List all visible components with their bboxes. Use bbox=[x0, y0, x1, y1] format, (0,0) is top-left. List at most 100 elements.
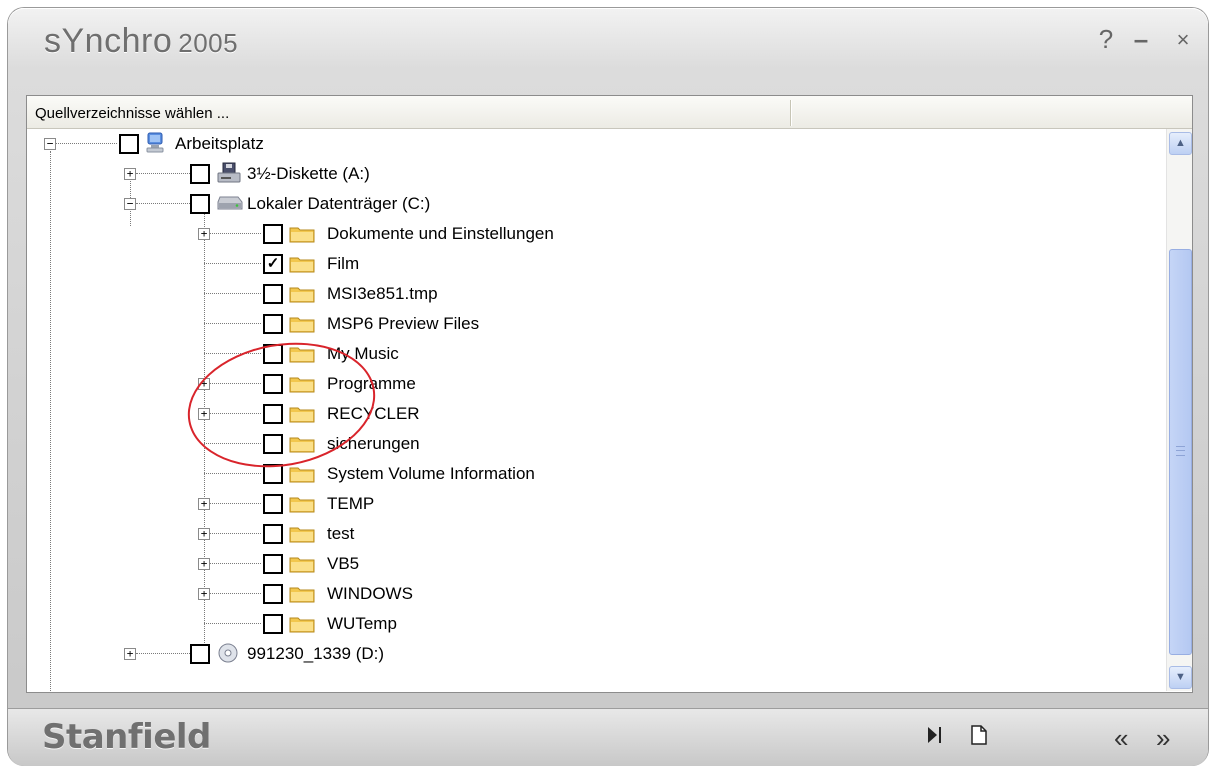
tree-connector bbox=[210, 563, 261, 564]
scroll-grip-icon bbox=[1176, 446, 1185, 456]
tree-item-label: Dokumente und Einstellungen bbox=[327, 224, 554, 243]
tree-item-label: test bbox=[327, 524, 355, 543]
brand-logo: Stanfield bbox=[42, 717, 211, 757]
tree-connector bbox=[204, 623, 261, 624]
bottom-bar: Stanfield « » bbox=[8, 708, 1208, 766]
checkbox[interactable] bbox=[263, 494, 283, 514]
computer-icon bbox=[146, 132, 164, 153]
skip-to-end-icon[interactable] bbox=[924, 723, 946, 747]
checkbox[interactable] bbox=[190, 164, 210, 184]
folder-icon bbox=[289, 557, 315, 573]
expand-toggle[interactable]: + bbox=[198, 588, 210, 600]
checkbox[interactable] bbox=[263, 524, 283, 544]
folder-selection-panel: Quellverzeichnisse wählen ... − Arbeitsp… bbox=[26, 95, 1193, 693]
tree-connector bbox=[204, 323, 261, 324]
expand-toggle[interactable]: + bbox=[198, 228, 210, 240]
header-label: Quellverzeichnisse wählen ... bbox=[35, 105, 230, 122]
scroll-thumb[interactable] bbox=[1169, 249, 1192, 655]
tree-connector bbox=[204, 263, 261, 264]
checkbox[interactable] bbox=[119, 134, 139, 154]
tree-item-folder[interactable]: + TEMP bbox=[27, 489, 1165, 519]
expand-toggle[interactable]: + bbox=[198, 558, 210, 570]
floppy-drive-icon bbox=[217, 162, 241, 183]
tree-item-folder[interactable]: + test bbox=[27, 519, 1165, 549]
new-document-icon[interactable] bbox=[969, 723, 989, 747]
checkbox[interactable] bbox=[263, 314, 283, 334]
app-title-name: sYnchro bbox=[44, 22, 173, 60]
scroll-up-button[interactable]: ▲ bbox=[1169, 132, 1192, 155]
tree-connector bbox=[210, 533, 261, 534]
tree-item-label: Lokaler Datenträger (C:) bbox=[247, 194, 431, 213]
tree-item-folder[interactable]: + VB5 bbox=[27, 549, 1165, 579]
tree-item-drive-c[interactable]: − Lokaler Datenträger (C:) bbox=[27, 189, 1165, 219]
collapse-toggle[interactable]: − bbox=[44, 138, 56, 150]
tree-item-label: MSP6 Preview Files bbox=[327, 314, 480, 333]
checkbox[interactable] bbox=[263, 614, 283, 634]
tree-item-drive-a[interactable]: + 3½-Diskette (A:) bbox=[27, 159, 1165, 189]
checkbox[interactable] bbox=[263, 584, 283, 604]
folder-icon bbox=[289, 497, 315, 513]
folder-icon bbox=[289, 617, 315, 633]
tree-item-folder[interactable]: + Dokumente und Einstellungen bbox=[27, 219, 1165, 249]
tree-item-folder[interactable]: System Volume Information bbox=[27, 459, 1165, 489]
checkbox[interactable] bbox=[190, 194, 210, 214]
expand-toggle[interactable]: + bbox=[124, 648, 136, 660]
checkbox[interactable] bbox=[263, 224, 283, 244]
app-title: sYnchro 2005 bbox=[44, 22, 238, 61]
folder-tree: − Arbeitsplatz + 3½-Diskette (A:) − Loka… bbox=[27, 129, 1165, 691]
tree-item-label: VB5 bbox=[327, 554, 360, 573]
expand-toggle[interactable]: + bbox=[198, 498, 210, 510]
title-bar: sYnchro 2005 ? – × bbox=[8, 8, 1208, 88]
tree-connector bbox=[56, 143, 117, 144]
tree-item-folder[interactable]: My Music bbox=[27, 339, 1165, 369]
folder-icon bbox=[289, 287, 315, 303]
checkbox[interactable]: ✓ bbox=[263, 254, 283, 274]
tree-item-folder[interactable]: ✓ Film bbox=[27, 249, 1165, 279]
tree-connector bbox=[204, 473, 261, 474]
forward-button[interactable]: » bbox=[1156, 723, 1170, 754]
cd-drive-icon bbox=[218, 643, 238, 663]
checkbox[interactable] bbox=[263, 284, 283, 304]
vertical-scrollbar[interactable]: ▲ ▼ bbox=[1166, 129, 1192, 691]
tree-item-label: WINDOWS bbox=[327, 584, 413, 603]
folder-icon bbox=[289, 527, 315, 543]
tree-connector bbox=[210, 233, 261, 234]
tree-item-label: System Volume Information bbox=[327, 464, 535, 483]
header-column-divider[interactable] bbox=[790, 100, 791, 126]
folder-icon bbox=[289, 257, 315, 273]
back-button[interactable]: « bbox=[1114, 723, 1128, 754]
expand-toggle[interactable]: + bbox=[124, 168, 136, 180]
tree-connector bbox=[136, 173, 190, 174]
tree-item-folder[interactable]: MSI3e851.tmp bbox=[27, 279, 1165, 309]
tree-item-label: TEMP bbox=[327, 494, 375, 513]
tree-item-drive-d[interactable]: + 991230_1339 (D:) bbox=[27, 639, 1165, 669]
folder-icon bbox=[289, 227, 315, 243]
folder-icon bbox=[289, 587, 315, 603]
tree-connector bbox=[204, 293, 261, 294]
app-window: sYnchro 2005 ? – × Quellverzeichnisse wäh… bbox=[8, 8, 1208, 766]
tree-item-label: 991230_1339 (D:) bbox=[247, 644, 385, 663]
tree-item-folder[interactable]: MSP6 Preview Files bbox=[27, 309, 1165, 339]
tree-connector bbox=[210, 593, 261, 594]
tree-item-label: 3½-Diskette (A:) bbox=[247, 164, 370, 183]
expand-toggle[interactable]: + bbox=[198, 528, 210, 540]
tree-item-folder[interactable]: + WINDOWS bbox=[27, 579, 1165, 609]
tree-item-label: Film bbox=[327, 254, 360, 273]
minimize-button[interactable]: – bbox=[1128, 24, 1154, 55]
tree-item-arbeitsplatz[interactable]: − Arbeitsplatz bbox=[27, 129, 1165, 159]
tree-connector bbox=[136, 653, 190, 654]
folder-icon bbox=[289, 467, 315, 483]
checkbox[interactable] bbox=[190, 644, 210, 664]
tree-item-label: WUTemp bbox=[327, 614, 397, 633]
list-header: Quellverzeichnisse wählen ... bbox=[27, 96, 1192, 129]
scroll-down-button[interactable]: ▼ bbox=[1169, 666, 1192, 689]
checkbox[interactable] bbox=[263, 554, 283, 574]
help-button[interactable]: ? bbox=[1093, 24, 1119, 55]
tree-item-label: MSI3e851.tmp bbox=[327, 284, 438, 303]
collapse-toggle[interactable]: − bbox=[124, 198, 136, 210]
close-button[interactable]: × bbox=[1170, 27, 1196, 53]
tree-item-label: Arbeitsplatz bbox=[175, 134, 264, 153]
tree-item-folder[interactable]: WUTemp bbox=[27, 609, 1165, 639]
hard-drive-icon bbox=[217, 196, 243, 210]
folder-icon bbox=[289, 317, 315, 333]
